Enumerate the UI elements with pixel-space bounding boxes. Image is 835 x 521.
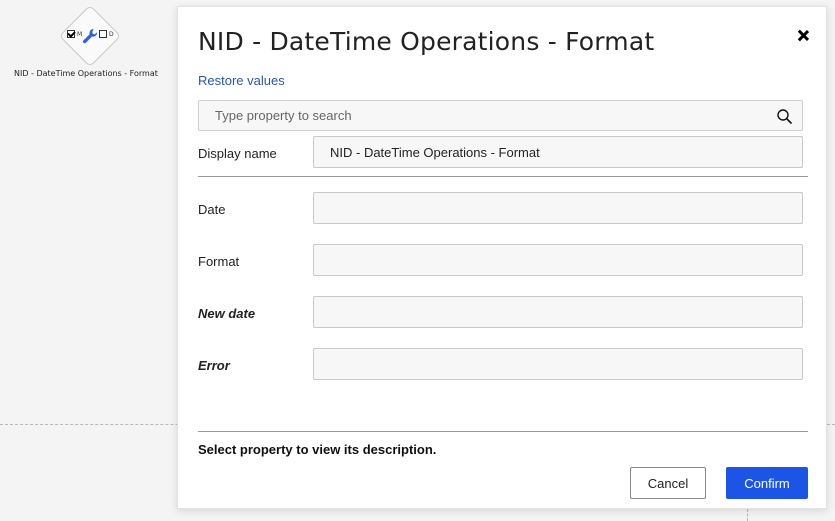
error-input[interactable] [314,349,802,379]
new-date-input[interactable] [314,297,802,327]
display-name-label: Display name [198,146,277,161]
description-divider [198,431,808,432]
property-label-new-date: New date [198,306,256,321]
property-field-format [313,244,803,276]
search-input[interactable] [199,101,802,130]
property-field-date [313,192,803,224]
format-input[interactable] [314,245,802,275]
node-checkbox-d-label: D [109,31,114,38]
node-checkbox-m[interactable] [67,30,75,38]
property-label-date: Date [198,202,226,217]
property-field-error [313,348,803,380]
property-search [198,100,803,131]
close-icon[interactable] [794,27,812,45]
property-label-error: Error [198,358,230,373]
divider [198,176,808,177]
cancel-button[interactable]: Cancel [630,467,706,499]
workflow-node[interactable]: M D [58,4,122,68]
display-name-input[interactable] [314,137,802,167]
property-label-format: Format [198,254,240,269]
wrench-icon [83,29,98,44]
property-description: Select property to view its description. [198,442,437,457]
node-title: NID - DateTime Operations - Format [14,69,158,78]
search-icon[interactable] [777,109,792,124]
display-name-field [313,136,803,168]
date-input[interactable] [314,193,802,223]
restore-values-link[interactable]: Restore values [198,73,285,88]
dialog-title: NID - DateTime Operations - Format [198,27,655,56]
properties-dialog: NID - DateTime Operations - Format Resto… [177,6,827,509]
node-checkbox-d[interactable] [99,30,107,38]
property-field-new-date [313,296,803,328]
confirm-button[interactable]: Confirm [726,467,808,499]
